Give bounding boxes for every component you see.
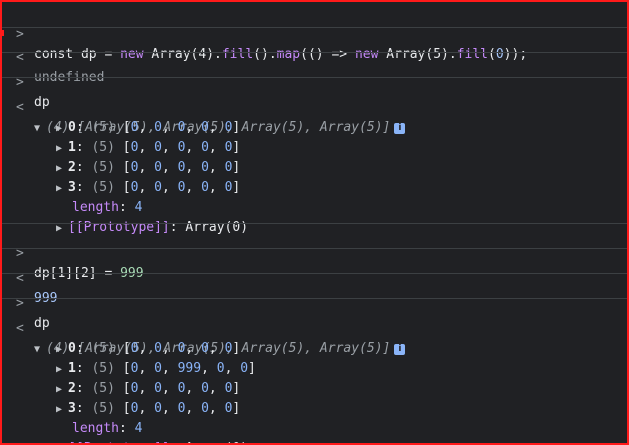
breakpoint-marker [0, 30, 4, 36]
console-input-line[interactable]: > const dp = new Array(4).fill().map(() … [2, 5, 627, 62]
array-row[interactable]: ▶ 2: (5) [0, 0, 0, 0, 0] [2, 359, 627, 396]
array-row[interactable]: ▶ 0: (5) [0, 0, 0, 0, 0] [2, 319, 627, 356]
console-input-line[interactable]: > dp [2, 52, 627, 110]
console-input-line[interactable]: > dp [2, 273, 627, 331]
prototype-row[interactable]: ▶[[Prototype]]: Array(0) [2, 419, 627, 443]
length-row: length: 4 [72, 421, 143, 436]
console-input-line[interactable]: > dp[1][2] = 999 [2, 223, 627, 281]
prototype-row[interactable]: ▶[[Prototype]]: Array(0) [2, 198, 627, 235]
array-summary-line[interactable]: < ▼ (4) [Array(5), Array(5), Array(5), Ar… [2, 298, 627, 356]
array-row[interactable]: ▶ 1: (5) [0, 0, 0, 0, 0] [2, 118, 627, 155]
array-row[interactable]: ▶ 3: (5) [0, 0, 0, 0, 0] [2, 379, 627, 416]
collapse-triangle-icon[interactable]: ▶ [56, 440, 68, 443]
array-row[interactable]: ▶ 2: (5) [0, 0, 0, 0, 0] [2, 138, 627, 175]
console-output-line: < 999 [2, 248, 627, 306]
console-output-line: < undefined [2, 27, 627, 85]
console-panel: > const dp = new Array(4).fill().map(() … [0, 0, 629, 445]
array-row[interactable]: ▶ 1: (5) [0, 0, 999, 0, 0] [2, 339, 627, 376]
length-row: length: 4 [72, 200, 143, 215]
array-row[interactable]: ▶ 0: (5) [0, 0, 0, 0, 0] [2, 98, 627, 135]
array-row[interactable]: ▶ 3: (5) [0, 0, 0, 0, 0] [2, 158, 627, 195]
array-summary-line[interactable]: < ▼ (4) [Array(5), Array(5), Array(5), Ar… [2, 77, 627, 135]
